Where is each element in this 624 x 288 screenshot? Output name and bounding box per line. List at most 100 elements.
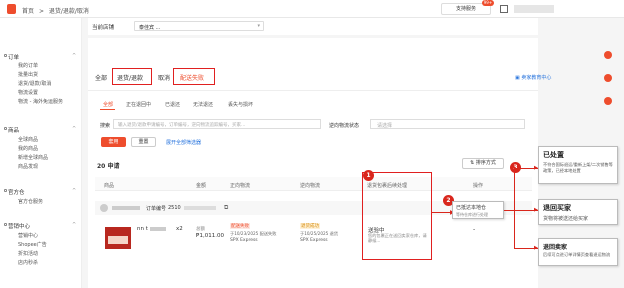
breadcrumb-separator: > [38, 8, 44, 15]
sidebar-item-marketing-center[interactable]: 营销中心 [18, 232, 38, 239]
reverse-carrier: SPX Express [300, 238, 328, 243]
chat-icon[interactable] [604, 97, 612, 105]
seller-education-label: 卖家教育中心 [521, 75, 552, 81]
action-cell: - [473, 226, 476, 233]
callout-box-return-buyer: 退回买家 货物将被送还给买家 [538, 199, 618, 225]
callout-box-disposed: 已处置 不符合国际退运/重新上架/二次销售等政策，已经本地处置 [538, 146, 618, 184]
support-service-label: 支持服务 [455, 6, 476, 12]
tab-all[interactable]: 全部 [95, 73, 107, 82]
sidebar-item-product-discovery[interactable]: 商品发现 [18, 163, 38, 170]
branch-line-vertical [514, 168, 515, 248]
reverse-date: 于10/25/2025 退货 [300, 231, 339, 236]
amount-label: 总额 [196, 227, 205, 232]
chevron-up-icon[interactable]: ^ [72, 222, 76, 228]
reverse-status-badge: 退货成功 [300, 223, 320, 229]
highlight-box-handling [362, 172, 432, 260]
notification-badge: 99+ [482, 0, 494, 6]
col-reverse-logistics: 逆向物流 [300, 183, 321, 189]
forward-status-badge: 配送失败 [230, 223, 250, 229]
callout-return-seller-title: 退回卖家 [543, 244, 568, 251]
shopee-logo-icon[interactable] [7, 4, 16, 14]
tab-cancel[interactable]: 取消 [158, 73, 170, 82]
expand-filters-link[interactable]: 展开全部筛选器 [166, 139, 201, 146]
reset-button[interactable]: 重置 [131, 137, 156, 147]
sidebar-item-my-orders[interactable]: 我的订单 [18, 62, 38, 69]
logistics-status-select[interactable]: 请选择 [370, 119, 525, 129]
buyer-name-redacted [112, 206, 140, 210]
col-forward-logistics: 正向物流 [230, 183, 251, 189]
search-input[interactable]: 输入退货/退款申请编号，订单编号，逆向物流追踪编号，买家... [113, 119, 321, 129]
subtab-cannot-return[interactable]: 无法退还 [193, 101, 213, 108]
shop-select[interactable]: 泰佳宾 ... ▾ [134, 21, 264, 31]
subtab-lost-damaged[interactable]: 丢失与损坏 [228, 101, 253, 108]
product-name-redacted [150, 227, 166, 231]
sidebar-item-returns[interactable]: 退货/退款/取消 [18, 80, 51, 87]
subtab-returned[interactable]: 已退还 [165, 101, 180, 108]
search-placeholder: 输入退货/退款申请编号，订单编号，逆向物流追踪编号，买家... [118, 123, 246, 128]
forward-date: 于10/23/2025 配送失败 [230, 231, 277, 236]
marketing-icon [4, 223, 7, 226]
avatar [100, 204, 108, 212]
product-thumbnail-detail [108, 236, 128, 244]
logistics-status-placeholder: 请选择 [377, 123, 393, 129]
handling-description: 您的包裹正在送回卖家仓库，请静候... [368, 233, 427, 243]
annotation-number-1: 1 [363, 170, 374, 181]
callout-arrived-title: 已抵达本地仓 [456, 205, 487, 211]
forward-carrier: SPX Express [230, 238, 258, 243]
sidebar-item-shopee-ads[interactable]: Shopee广告 [18, 241, 47, 248]
callout-box-return-seller: 退回卖家 后续可点进订单详情页查看退运物流 [538, 238, 618, 266]
subtab-all[interactable]: 全部 [103, 101, 113, 108]
apply-button[interactable]: 套用 [101, 137, 126, 147]
logistics-status-label: 逆向物流状态 [329, 123, 360, 129]
sidebar-item-bulk-ship[interactable]: 批量出货 [18, 71, 38, 78]
order-number[interactable]: 2510 [168, 205, 181, 211]
product-icon [4, 127, 7, 130]
sidebar-item-warehouse-service[interactable]: 官方仓服务 [18, 198, 43, 205]
sidebar-item-overseas-free-shipping[interactable]: 物流 - 海外免运服务 [18, 98, 63, 105]
sidebar-section-warehouse[interactable]: 官方仓 [8, 188, 25, 196]
chevron-down-icon: ▾ [257, 23, 260, 29]
sidebar-item-global-products[interactable]: 全球商品 [18, 136, 38, 143]
chevron-up-icon[interactable]: ^ [72, 188, 76, 194]
subtab-returning[interactable]: 正在退回中 [126, 101, 151, 108]
sidebar-section-orders[interactable]: 订单 [8, 53, 19, 61]
arrow-line-1 [432, 212, 452, 213]
copy-icon[interactable]: ⧉ [224, 204, 228, 212]
amount-value: ₱1,011.00 [196, 233, 224, 239]
callout-return-buyer-desc: 货物将被送还给买家 [543, 216, 589, 222]
apps-grid-icon[interactable] [500, 5, 508, 13]
breadcrumb-home[interactable]: 首页 [22, 8, 34, 15]
callout-return-buyer-title: 退回买家 [543, 204, 571, 212]
sidebar-item-logistics-settings[interactable]: 物流设置 [18, 89, 38, 96]
product-name[interactable]: nn t [137, 226, 148, 232]
product-qty: x2 [176, 226, 183, 232]
seller-education-link[interactable]: ▣ 卖家教育中心 [515, 74, 551, 81]
shop-select-value: 泰佳宾 ... [139, 25, 161, 31]
sidebar-section-marketing[interactable]: 营销中心 [8, 222, 30, 230]
user-account-name[interactable] [514, 5, 554, 13]
sidebar-item-flash-sale[interactable]: 店内秒杀 [18, 259, 38, 266]
sidebar-item-my-products[interactable]: 我的商品 [18, 145, 38, 152]
chevron-up-icon[interactable]: ^ [72, 53, 76, 59]
bell-icon[interactable] [604, 51, 612, 59]
warehouse-icon [4, 189, 7, 192]
callout-box-arrived: 已抵达本地仓 等待仓库进行处理 [452, 201, 504, 219]
divider [88, 90, 538, 91]
tab-refund[interactable]: 退货/退款 [117, 73, 143, 82]
active-tab-underline [100, 109, 115, 110]
sort-label: 排序方式 [475, 160, 496, 166]
assistant-icon[interactable] [604, 74, 612, 82]
tab-delivery-failed[interactable]: 配送失败 [180, 73, 204, 82]
sidebar-item-discounts[interactable]: 折扣活动 [18, 250, 38, 257]
sort-button[interactable]: ⇅ 排序方式 [462, 158, 504, 169]
callout-arrived-desc: 等待仓库进行处理 [456, 212, 488, 217]
sidebar-item-add-global-product[interactable]: 新增全球商品 [18, 154, 48, 161]
callout-return-seller-desc: 后续可点进订单详情页查看退运物流 [543, 252, 611, 257]
breadcrumb: 首页 > 退货/退款/取消 [22, 6, 92, 15]
col-product: 商品 [104, 183, 115, 189]
order-number-redacted [184, 206, 216, 210]
sidebar-section-products[interactable]: 商品 [8, 126, 19, 134]
col-actions: 操作 [473, 183, 484, 189]
chevron-up-icon[interactable]: ^ [72, 126, 76, 132]
order-number-label: 订单编号 [146, 206, 167, 212]
